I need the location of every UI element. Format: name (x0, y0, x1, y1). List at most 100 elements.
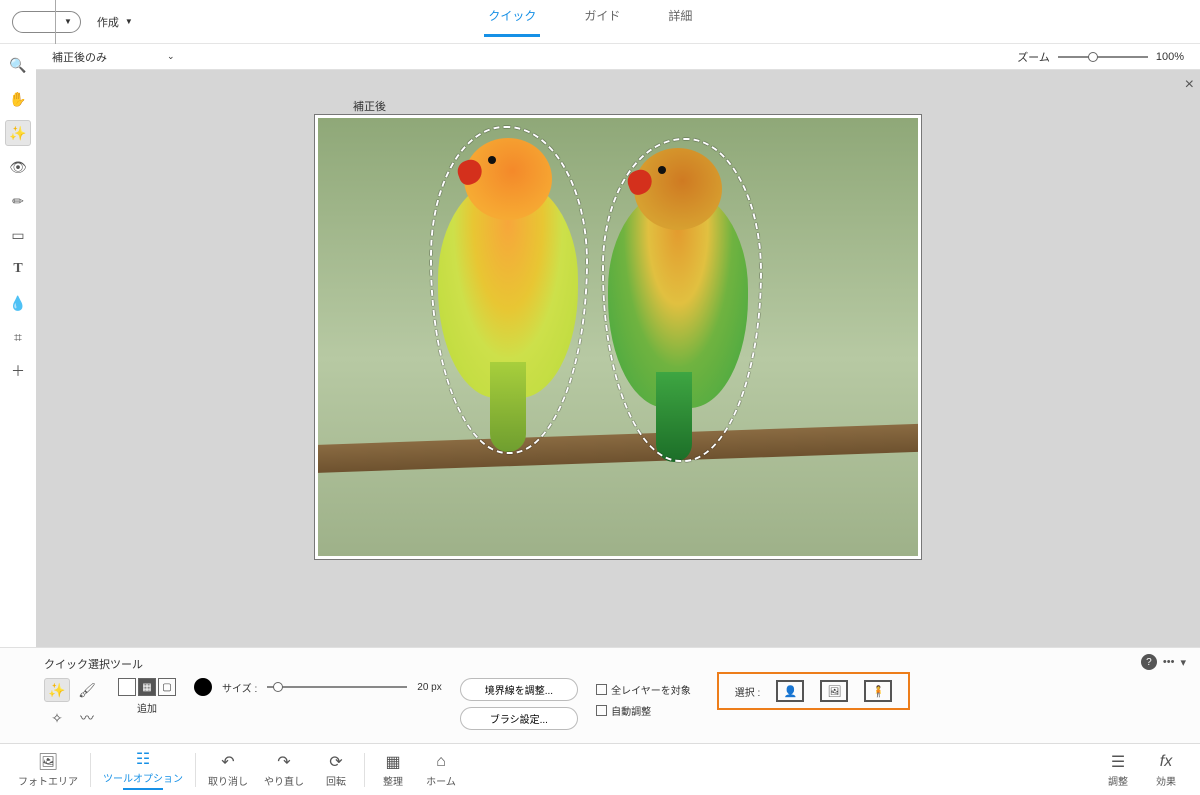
tool-options-label: ツールオプション (103, 770, 183, 785)
create-button[interactable]: 作成 ▼ (97, 14, 133, 30)
brush-size-group: サイズ : 20 px (194, 678, 442, 696)
size-label: サイズ : (222, 680, 257, 695)
selection-marquee-left[interactable] (430, 126, 588, 454)
tool-options-icon: ☷ (136, 749, 150, 769)
tool-sidebar: 🔍 ✋ ✨ 👁 ✏ ▭ T 💧 ⌗ ＋ (0, 44, 36, 647)
effects-label: 効果 (1156, 773, 1176, 788)
quick-select-tool[interactable]: ✨ (5, 120, 31, 146)
undo-label: 取り消し (208, 773, 248, 788)
tab-quick[interactable]: クイック (484, 7, 540, 37)
organize-icon: ▦ (385, 752, 400, 772)
zoom-value: 100% (1156, 51, 1184, 63)
size-value: 20 px (417, 682, 441, 693)
zoom-tool[interactable]: 🔍 (5, 52, 31, 78)
mode-quick-select[interactable]: ✨ (44, 678, 70, 702)
more-options-button[interactable]: ••• (1163, 656, 1175, 668)
auto-select-group: 選択 : 👤 🖼 🧍 (717, 672, 911, 710)
canvas-header: 補正後のみ ⌄ ズーム 100% (36, 44, 1200, 70)
select-sky-button[interactable]: 🖼 (820, 680, 848, 702)
undo-button[interactable]: ↶取り消し (200, 752, 256, 788)
canvas-wrap (36, 70, 1200, 647)
rotate-button[interactable]: ⟳回転 (312, 752, 360, 788)
view-mode-label: 補正後のみ (52, 49, 107, 65)
eye-tool[interactable]: 👁 (5, 154, 31, 180)
create-dropdown-icon: ▼ (125, 17, 133, 26)
text-tool[interactable]: T (5, 256, 31, 282)
selection-mode-grid: ✨ 🖌 ✧ 〰 (44, 678, 100, 730)
effects-button[interactable]: fx効果 (1142, 752, 1190, 788)
add-label: 追加 (137, 700, 157, 715)
photo-bin-icon: 🖼 (38, 752, 58, 772)
open-button[interactable]: 開く ▼ (12, 11, 81, 33)
tab-guide[interactable]: ガイド (580, 7, 624, 37)
top-menu-bar: 開く ▼ 作成 ▼ クイック ガイド 詳細 (0, 0, 1200, 44)
stamp-tool[interactable]: ▭ (5, 222, 31, 248)
bird-left (438, 178, 578, 398)
brush-settings-button[interactable]: ブラシ設定... (460, 707, 578, 730)
close-document-button[interactable]: × (1185, 76, 1194, 94)
tool-options-title: クイック選択ツール (44, 656, 1156, 672)
zoom-controls: ズーム 100% (1017, 49, 1184, 65)
redo-label: やり直し (264, 773, 304, 788)
eyedropper-tool[interactable]: 💧 (5, 290, 31, 316)
tab-detail[interactable]: 詳細 (664, 7, 696, 37)
effects-icon: fx (1160, 752, 1172, 772)
branch-shape (318, 422, 918, 473)
mode-magic-wand[interactable]: ✧ (44, 706, 70, 730)
zoom-slider-knob[interactable] (1088, 52, 1098, 62)
canvas-area: 補正後のみ ⌄ ズーム 100% × 補正後 (36, 44, 1200, 647)
zoom-label: ズーム (1017, 49, 1050, 65)
move-tool[interactable]: ＋ (5, 358, 31, 384)
crop-tool[interactable]: ⌗ (5, 324, 31, 350)
bottom-bar: 🖼フォトエリア ☷ツールオプション ↶取り消し ↷やり直し ⟳回転 ▦整理 ⌂ホ… (0, 743, 1200, 795)
selection-marquee-right[interactable] (602, 138, 762, 462)
redo-icon: ↷ (277, 752, 290, 772)
tool-options-button[interactable]: ☷ツールオプション (95, 749, 191, 790)
photo-bin-button[interactable]: 🖼フォトエリア (10, 752, 86, 788)
help-button[interactable]: ? (1141, 654, 1157, 670)
new-selection-button[interactable] (118, 678, 136, 696)
organize-label: 整理 (383, 773, 403, 788)
select-label: 選択 : (735, 684, 761, 699)
chevron-down-icon: ⌄ (167, 51, 175, 62)
open-dropdown-icon[interactable]: ▼ (56, 17, 80, 26)
mode-selection-brush[interactable]: 🖌 (74, 678, 100, 702)
size-slider[interactable] (267, 686, 407, 688)
view-mode-dropdown[interactable]: 補正後のみ ⌄ (52, 49, 175, 65)
home-icon: ⌂ (436, 752, 446, 772)
adjust-label: 調整 (1108, 773, 1128, 788)
canvas-label: 補正後 (353, 98, 386, 114)
document-image[interactable] (318, 118, 918, 556)
adjust-button[interactable]: ☰調整 (1094, 752, 1142, 788)
canvas-frame[interactable] (314, 114, 922, 560)
all-layers-label: 全レイヤーを対象 (611, 682, 691, 697)
add-subtract-group: ▦ ▢ 追加 (118, 678, 176, 715)
rotate-icon: ⟳ (329, 752, 342, 772)
collapse-panel-button[interactable]: ▾ (1180, 656, 1186, 669)
redo-button[interactable]: ↷やり直し (256, 752, 312, 788)
all-layers-checkbox[interactable]: 全レイヤーを対象 (596, 682, 691, 697)
brush-tool[interactable]: ✏ (5, 188, 31, 214)
mode-refine-brush[interactable]: 〰 (74, 706, 100, 730)
auto-enhance-checkbox[interactable]: 自動調整 (596, 703, 691, 718)
undo-icon: ↶ (221, 752, 234, 772)
home-button[interactable]: ⌂ホーム (417, 752, 465, 788)
select-subject-button[interactable]: 👤 (776, 680, 804, 702)
workspace-tabs: クイック ガイド 詳細 (133, 7, 1048, 37)
hand-tool[interactable]: ✋ (5, 86, 31, 112)
refine-edge-button[interactable]: 境界線を調整... (460, 678, 578, 701)
main-area: 🔍 ✋ ✨ 👁 ✏ ▭ T 💧 ⌗ ＋ 補正後のみ ⌄ ズーム 100% × 補… (0, 44, 1200, 647)
adjust-icon: ☰ (1111, 752, 1125, 772)
select-background-button[interactable]: 🧍 (864, 680, 892, 702)
brush-preview-icon (194, 678, 212, 696)
photo-bin-label: フォトエリア (18, 773, 78, 788)
zoom-slider[interactable] (1058, 56, 1148, 58)
organize-button[interactable]: ▦整理 (369, 752, 417, 788)
rotate-label: 回転 (326, 773, 346, 788)
home-label: ホーム (426, 773, 456, 788)
add-selection-button[interactable]: ▦ (138, 678, 156, 696)
subtract-selection-button[interactable]: ▢ (158, 678, 176, 696)
auto-enhance-label: 自動調整 (611, 703, 651, 718)
bird-right (608, 188, 748, 408)
size-slider-knob[interactable] (273, 682, 283, 692)
